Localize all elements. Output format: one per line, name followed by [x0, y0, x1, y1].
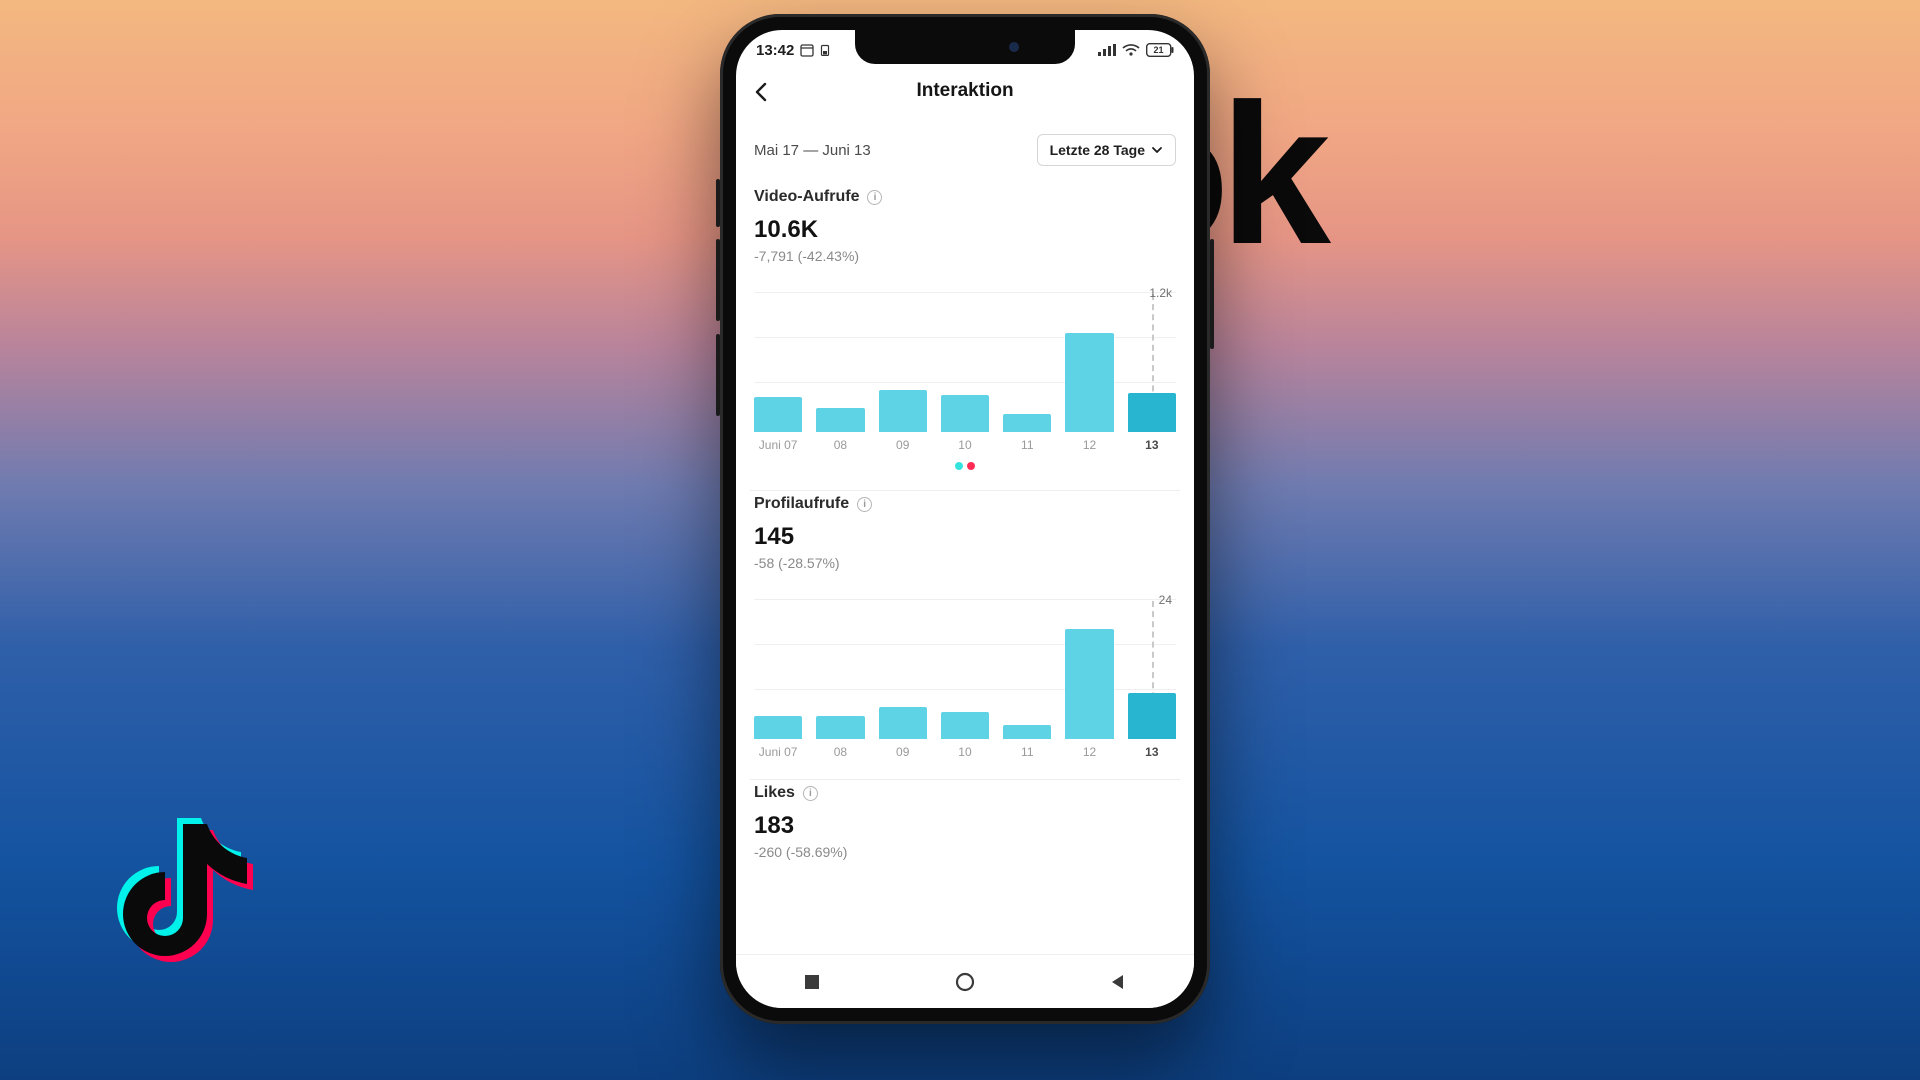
legend-dot — [967, 462, 975, 470]
chevron-left-icon — [751, 81, 773, 103]
app-header: Interaktion — [736, 70, 1194, 112]
status-time: 13:42 — [756, 42, 794, 59]
chart-xlabel: 13 — [1128, 438, 1176, 452]
chart-bar — [816, 716, 864, 739]
battery-small-icon — [820, 44, 830, 56]
metric-value: 10.6K — [754, 216, 1176, 244]
date-range-row: Mai 17 — Juni 13 Letzte 28 Tage — [750, 112, 1180, 184]
chart-bar — [754, 716, 802, 739]
wifi-icon — [1122, 44, 1140, 56]
chart-bar — [1065, 629, 1113, 739]
date-range-selector-label: Letzte 28 Tage — [1050, 142, 1145, 158]
chart-legend-dots — [754, 462, 1176, 470]
chevron-down-icon — [1151, 144, 1163, 156]
chart-xlabel: 13 — [1128, 745, 1176, 759]
chart-bar — [816, 408, 864, 432]
chart-bars — [754, 322, 1176, 432]
chart-bar — [879, 390, 927, 432]
metric-value: 145 — [754, 523, 1176, 551]
phone-screen: 13:42 21 Interaktion Mai 17 — Juni 13 — [736, 30, 1194, 1008]
section-profile-views: Profilaufrufe i 145 -58 (-28.57%) 24 Jun… — [750, 491, 1180, 780]
chart-bar — [941, 395, 989, 432]
date-range-selector[interactable]: Letzte 28 Tage — [1037, 134, 1176, 166]
chart-xlabel: 12 — [1065, 438, 1113, 452]
chart-xlabel: 10 — [941, 438, 989, 452]
chart-profile-views: 24 — [754, 599, 1176, 739]
nav-home-button[interactable] — [935, 968, 995, 996]
chart-xlabel: Juni 07 — [754, 438, 802, 452]
metric-delta: -260 (-58.69%) — [754, 844, 1176, 860]
triangle-left-icon — [1109, 973, 1127, 991]
chart-bar — [1128, 693, 1176, 739]
tiktok-logo-icon — [95, 812, 275, 1017]
metric-delta: -7,791 (-42.43%) — [754, 248, 1176, 264]
svg-text:21: 21 — [1153, 45, 1163, 55]
chart-xlabel: 09 — [879, 745, 927, 759]
chart-xlabel: 11 — [1003, 438, 1051, 452]
section-title: Likes — [754, 784, 795, 802]
chart-bar — [1065, 333, 1113, 432]
chart-bars — [754, 629, 1176, 739]
phone-notch — [855, 30, 1075, 64]
chart-xlabel: 09 — [879, 438, 927, 452]
battery-icon: 21 — [1146, 43, 1174, 57]
chart-video-views: 1.2k — [754, 292, 1176, 432]
chart-xlabel: 12 — [1065, 745, 1113, 759]
circle-icon — [955, 972, 975, 992]
chart-xlabel: 11 — [1003, 745, 1051, 759]
square-icon — [803, 973, 821, 991]
chart-xlabels: Juni 07 08 09 10 11 12 13 — [754, 745, 1176, 759]
metric-delta: -58 (-28.57%) — [754, 555, 1176, 571]
back-button[interactable] — [746, 76, 778, 108]
info-icon[interactable]: i — [867, 190, 882, 205]
signal-icon — [1098, 44, 1116, 56]
section-title: Profilaufrufe — [754, 495, 849, 513]
chart-xlabel: 10 — [941, 745, 989, 759]
section-likes: Likes i 183 -260 (-58.69%) — [750, 780, 1180, 880]
chart-xlabel: 08 — [816, 745, 864, 759]
chart-bar — [1128, 393, 1176, 432]
chart-bar — [941, 712, 989, 740]
nav-recent-button[interactable] — [782, 968, 842, 996]
chart-xlabel: 08 — [816, 438, 864, 452]
info-icon[interactable]: i — [857, 497, 872, 512]
content-scroll[interactable]: Mai 17 — Juni 13 Letzte 28 Tage Video-Au… — [736, 112, 1194, 880]
phone-frame: 13:42 21 Interaktion Mai 17 — Juni 13 — [720, 14, 1210, 1024]
date-range-text: Mai 17 — Juni 13 — [754, 142, 871, 159]
chart-peak-label: 1.2k — [1149, 286, 1172, 300]
chart-bar — [754, 397, 802, 432]
section-title: Video-Aufrufe — [754, 188, 859, 206]
legend-dot — [955, 462, 963, 470]
nav-back-button[interactable] — [1088, 968, 1148, 996]
section-video-views: Video-Aufrufe i 10.6K -7,791 (-42.43%) 1… — [750, 184, 1180, 491]
chart-bar — [879, 707, 927, 739]
chart-xlabel: Juni 07 — [754, 745, 802, 759]
chart-peak-label: 24 — [1159, 593, 1172, 607]
chart-xlabels: Juni 07 08 09 10 11 12 13 — [754, 438, 1176, 452]
chart-bar — [1003, 414, 1051, 432]
android-nav-bar — [736, 954, 1194, 1008]
page-title: Interaktion — [916, 80, 1013, 102]
info-icon[interactable]: i — [803, 786, 818, 801]
metric-value: 183 — [754, 812, 1176, 840]
chart-bar — [1003, 725, 1051, 739]
calendar-icon — [800, 43, 814, 57]
